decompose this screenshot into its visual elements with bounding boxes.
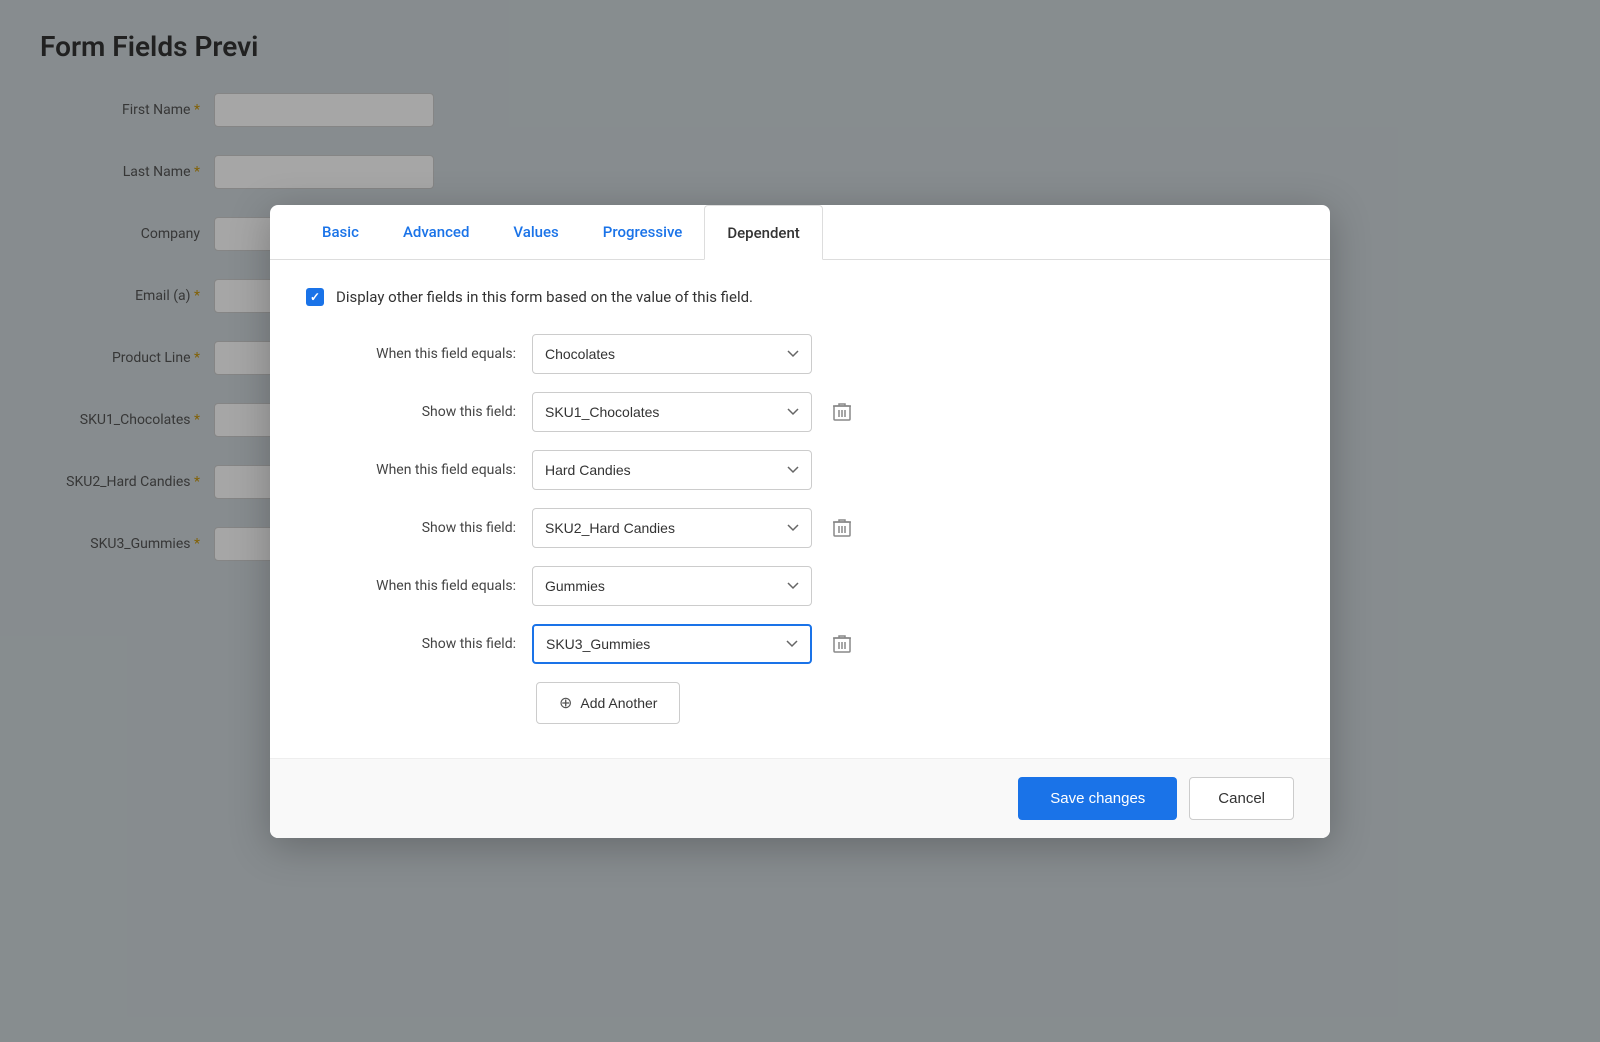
when-select-3[interactable]: Gummies	[532, 566, 812, 606]
show-select-3[interactable]: SKU3_Gummies	[532, 624, 812, 664]
show-field-row-1: Show this field: SKU1_Chocolates	[306, 392, 1294, 432]
modal-dialog: Basic Advanced Values Progressive Depend…	[270, 205, 1330, 838]
checkbox-row: Display other fields in this form based …	[306, 288, 1294, 306]
tab-progressive[interactable]: Progressive	[581, 205, 705, 260]
delete-row-2[interactable]	[828, 514, 856, 542]
display-dependent-checkbox[interactable]	[306, 288, 324, 306]
add-another-label: Add Another	[580, 695, 657, 711]
add-another-button[interactable]: ⊕ Add Another	[536, 682, 680, 724]
show-field-row-3: Show this field: SKU3_Gummies	[306, 624, 1294, 664]
modal-body: Display other fields in this form based …	[270, 260, 1330, 758]
show-label-2: Show this field:	[306, 520, 516, 536]
save-button[interactable]: Save changes	[1018, 777, 1177, 820]
show-field-row-2: Show this field: SKU2_Hard Candies	[306, 508, 1294, 548]
when-field-row-3: When this field equals: Gummies	[306, 566, 1294, 606]
modal-footer: Save changes Cancel	[270, 758, 1330, 838]
tab-advanced[interactable]: Advanced	[381, 205, 491, 260]
cancel-button[interactable]: Cancel	[1189, 777, 1294, 820]
tab-bar: Basic Advanced Values Progressive Depend…	[270, 205, 1330, 260]
delete-row-1[interactable]	[828, 398, 856, 426]
when-label-3: When this field equals:	[306, 578, 516, 594]
when-field-row-2: When this field equals: Hard Candies	[306, 450, 1294, 490]
when-select-2[interactable]: Hard Candies	[532, 450, 812, 490]
when-label-1: When this field equals:	[306, 346, 516, 362]
tab-values[interactable]: Values	[491, 205, 580, 260]
modal-overlay: Basic Advanced Values Progressive Depend…	[0, 0, 1600, 1042]
tab-dependent[interactable]: Dependent	[704, 205, 822, 260]
when-field-row-1: When this field equals: Chocolates	[306, 334, 1294, 374]
when-select-1[interactable]: Chocolates	[532, 334, 812, 374]
tab-basic[interactable]: Basic	[300, 205, 381, 260]
when-label-2: When this field equals:	[306, 462, 516, 478]
delete-row-3[interactable]	[828, 630, 856, 658]
plus-circle-icon: ⊕	[559, 693, 572, 713]
show-select-2[interactable]: SKU2_Hard Candies	[532, 508, 812, 548]
show-select-1[interactable]: SKU1_Chocolates	[532, 392, 812, 432]
show-label-3: Show this field:	[306, 636, 516, 652]
checkbox-label: Display other fields in this form based …	[336, 288, 753, 306]
show-label-1: Show this field:	[306, 404, 516, 420]
